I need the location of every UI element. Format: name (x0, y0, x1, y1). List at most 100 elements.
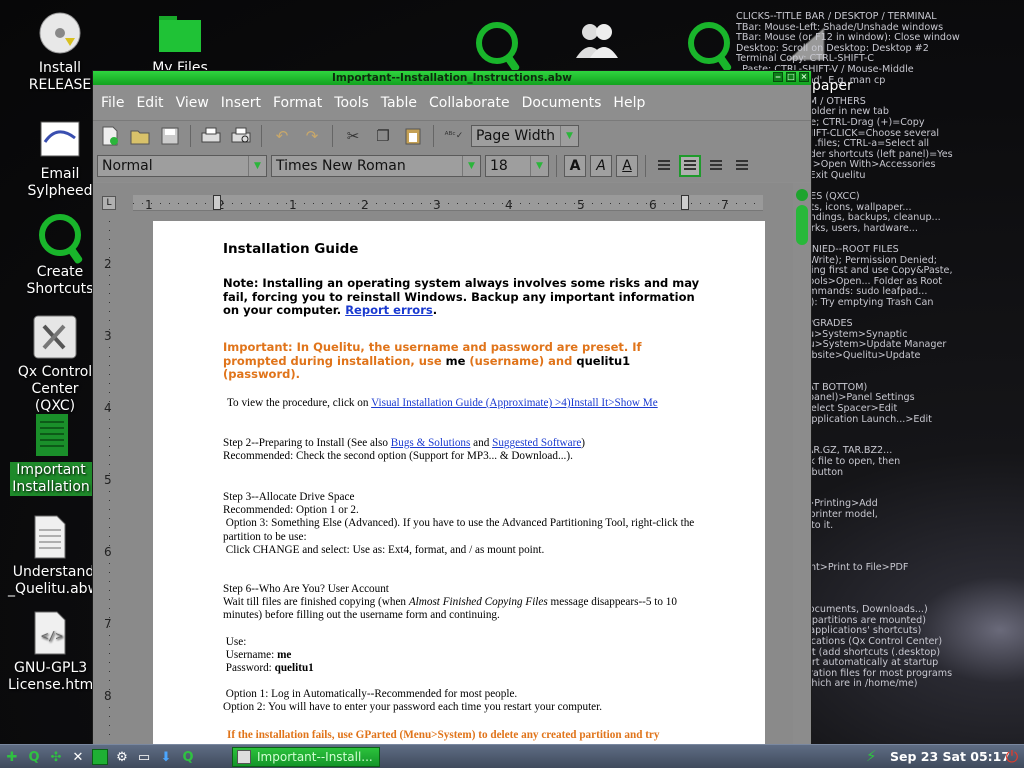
settings-icon[interactable]: ⚙ (112, 747, 132, 767)
desktop-icon-label: GNU-GPL3 License.htm (8, 660, 94, 693)
scroll-up-icon[interactable] (796, 189, 808, 201)
ruler-tick: 7 (104, 617, 112, 631)
ruler-tick: 4 (505, 198, 513, 212)
desktop-icon-understand-quelitu[interactable]: Understand _Quelitu.abw (6, 514, 99, 598)
ruler-tick: 4 (104, 401, 112, 415)
minimize-button[interactable]: ‒ (773, 72, 783, 82)
print-preview-icon[interactable] (228, 124, 254, 148)
scrollbar-thumb[interactable] (796, 205, 808, 245)
menu-tools[interactable]: Tools (334, 95, 369, 111)
bold-icon[interactable]: A (564, 155, 586, 177)
tab-stop-button[interactable]: L (102, 196, 116, 210)
document-green-icon (28, 412, 74, 458)
new-document-icon[interactable] (97, 124, 123, 148)
visual-guide-link[interactable]: Visual Installation Guide (Approximate) … (371, 397, 658, 409)
undo-icon[interactable]: ↶ (269, 124, 295, 148)
task-item-important-install[interactable]: Important--Install... (232, 747, 380, 767)
font-value: Times New Roman (276, 158, 406, 174)
horizontal-ruler[interactable]: 1 2 1 2 3 4 5 6 7 (133, 195, 763, 212)
arrows-icon[interactable]: ✣ (46, 747, 66, 767)
open-folder-icon[interactable] (127, 124, 153, 148)
step6-text: Wait till files are finished copying (wh… (223, 596, 409, 609)
menu-edit[interactable]: Edit (136, 95, 163, 111)
redo-icon[interactable]: ↷ (299, 124, 325, 148)
cut-icon[interactable]: ✂ (340, 124, 366, 148)
ruler-tick: 8 (104, 689, 112, 703)
align-justify-icon[interactable] (731, 155, 753, 177)
important-password: quelitu1 (576, 353, 631, 368)
network-icon[interactable]: ⚡ (866, 747, 877, 765)
align-left-icon[interactable] (653, 155, 675, 177)
desktop-icon-gnu-gpl3[interactable]: </> GNU-GPL3 License.htm (6, 610, 94, 694)
step6-title: Step 6--Who Are You? User Account (223, 583, 389, 595)
maximize-button[interactable]: □ (786, 72, 796, 82)
suggested-software-link[interactable]: Suggested Software (492, 437, 581, 449)
toolbar-separator (645, 155, 646, 177)
chevron-down-icon: ▼ (560, 125, 578, 146)
menu-table[interactable]: Table (381, 95, 417, 111)
desktop-icon-my-files[interactable]: My Files (130, 10, 230, 72)
paste-icon[interactable] (400, 124, 426, 148)
download-icon[interactable]: ⬇ (156, 747, 176, 767)
left-margin-marker[interactable] (213, 195, 221, 210)
menu-format[interactable]: Format (273, 95, 322, 111)
right-margin-marker[interactable] (681, 195, 689, 210)
password-value: quelitu1 (274, 662, 314, 675)
step3-recommended: Recommended: Option 1 or 2. (223, 504, 359, 517)
ruler-tick: 2 (361, 198, 369, 212)
password-label: Password: (223, 662, 275, 675)
start-menu-icon[interactable]: ✚ (2, 747, 22, 767)
toolbar-separator (190, 124, 191, 147)
step6-italic: Almost Finished Copying Files (408, 596, 548, 609)
file-manager-icon[interactable]: ▭ (134, 747, 154, 767)
align-center-icon[interactable] (679, 155, 701, 177)
zoom-value: Page Width (476, 127, 556, 144)
menu-view[interactable]: View (176, 95, 209, 111)
quelitu-menu-icon[interactable]: Q (24, 747, 44, 767)
close-all-icon[interactable]: ✕ (68, 747, 88, 767)
username-label: Username: (223, 648, 278, 661)
close-button[interactable]: × (799, 72, 809, 82)
align-right-icon[interactable] (705, 155, 727, 177)
menu-insert[interactable]: Insert (221, 95, 261, 111)
vertical-ruler[interactable]: 2 3 4 5 6 7 8 (101, 221, 119, 741)
copy-icon[interactable]: ❐ (370, 124, 396, 148)
underline-icon[interactable]: A (616, 155, 638, 177)
menu-file[interactable]: File (101, 95, 124, 111)
font-size-select[interactable]: 18 ▼ (485, 155, 549, 177)
window-titlebar[interactable]: Important--Installation_Instructions.abw… (93, 71, 811, 85)
desktop-icon-label: Qx Control Center (QXC) (17, 364, 93, 414)
font-select[interactable]: Times New Roman ▼ (271, 155, 481, 177)
italic-icon[interactable]: A (590, 155, 612, 177)
quelitu-icon[interactable]: Q (178, 747, 198, 767)
doc-fail-note: If the installation fails, use GParted (… (227, 729, 660, 741)
toolbar-separator (332, 124, 333, 147)
zoom-select[interactable]: Page Width ▼ (471, 124, 579, 147)
save-icon[interactable] (157, 124, 183, 148)
power-icon[interactable]: ⏻ (1002, 747, 1022, 767)
folder-icon (157, 10, 203, 56)
step6-wait: Wait till files are finished copying (wh… (223, 596, 703, 622)
standard-toolbar: ↶ ↷ ✂ ❐ ᴬᴮᶜ✓ Page Width ▼ (93, 120, 811, 150)
desktop-icon-qx-control-center[interactable]: Qx Control Center (QXC) (10, 314, 100, 415)
menu-collaborate[interactable]: Collaborate (429, 95, 510, 111)
quelitu-q-icon[interactable] (476, 22, 518, 64)
spellcheck-icon[interactable]: ᴬᴮᶜ✓ (441, 124, 467, 148)
ruler-tick: 7 (721, 198, 729, 212)
document-page[interactable]: Installation Guide Note: Installing an o… (153, 221, 765, 747)
print-icon[interactable] (198, 124, 224, 148)
contacts-icon[interactable] (574, 20, 620, 64)
ruler-tick: 3 (104, 329, 112, 343)
menu-documents[interactable]: Documents (522, 95, 602, 111)
vertical-scrollbar[interactable] (793, 183, 811, 747)
desktop-icon-label: Important Installation (10, 462, 92, 496)
clock[interactable]: Sep 23 Sat 05:17 (890, 749, 1010, 764)
quelitu-q-icon[interactable] (688, 22, 730, 64)
report-errors-link[interactable]: Report errors (345, 303, 433, 317)
menu-help[interactable]: Help (613, 95, 645, 111)
taskbar: ✚ Q ✣ ✕ ⚙ ▭ ⬇ Q Important--Install... ⚡ … (0, 744, 1024, 768)
style-select[interactable]: Normal ▼ (97, 155, 267, 177)
desktop-switcher-icon[interactable] (90, 747, 110, 767)
desktop-icon-important-installation[interactable]: Important Installation (10, 412, 92, 496)
bugs-solutions-link[interactable]: Bugs & Solutions (391, 437, 471, 449)
